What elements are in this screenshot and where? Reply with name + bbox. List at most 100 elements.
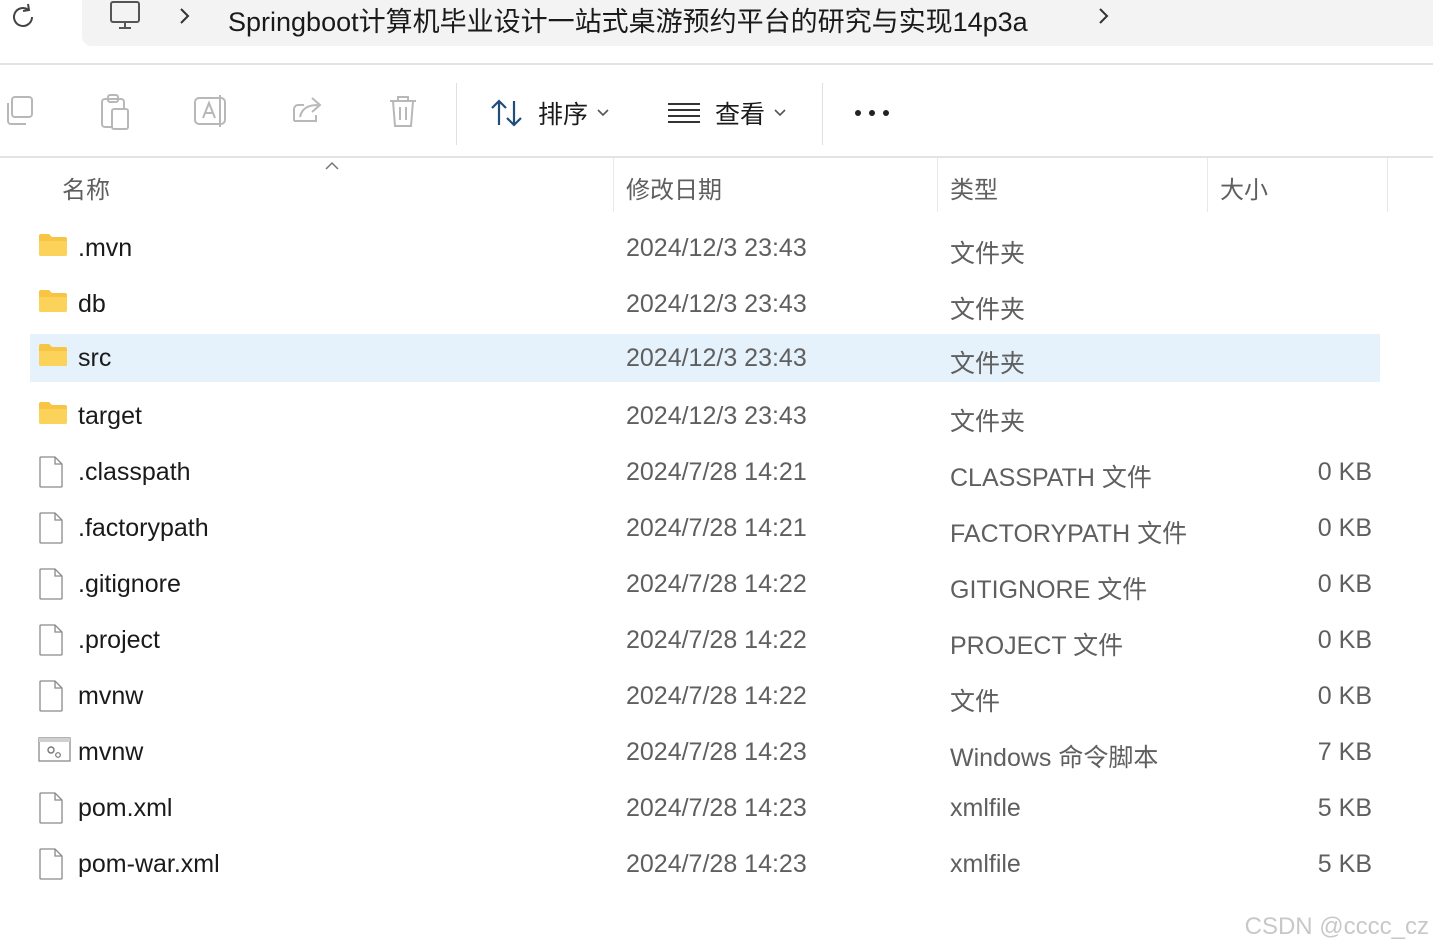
folder-icon (38, 232, 72, 264)
file-date: 2024/12/3 23:43 (626, 290, 807, 318)
table-row[interactable]: mvnw 2024/7/28 14:22 文件 0 KB (30, 672, 1380, 720)
file-type: 文件夹 (950, 408, 1026, 436)
more-options-button[interactable] (852, 98, 892, 133)
file-date: 2024/7/28 14:22 (626, 570, 807, 598)
column-divider[interactable] (937, 158, 938, 212)
refresh-button[interactable] (6, 0, 40, 34)
table-row[interactable]: .project 2024/7/28 14:22 PROJECT 文件 0 KB (30, 616, 1380, 664)
file-name: mvnw (78, 738, 144, 766)
table-row[interactable]: pom.xml 2024/7/28 14:23 xmlfile 5 KB (30, 784, 1380, 832)
table-row[interactable]: pom-war.xml 2024/7/28 14:23 xmlfile 5 KB (30, 840, 1380, 888)
chevron-up-icon (325, 161, 339, 170)
table-row[interactable]: target 2024/12/3 23:43 文件夹 (30, 392, 1380, 440)
watermark: CSDN @cccc_cz (1244, 913, 1429, 940)
paste-button[interactable] (98, 93, 138, 133)
file-date: 2024/7/28 14:21 (626, 514, 807, 542)
file-type: CLASSPATH 文件 (950, 464, 1152, 492)
file-icon (39, 792, 63, 824)
delete-button[interactable] (386, 93, 426, 133)
file-type: xmlfile (950, 794, 1021, 822)
file-date: 2024/12/3 23:43 (626, 234, 807, 262)
file-icon (39, 568, 63, 600)
file-date: 2024/12/3 23:43 (626, 402, 807, 430)
chevron-right-icon (180, 8, 190, 24)
copy-button[interactable] (4, 93, 44, 133)
folder-icon (39, 344, 67, 366)
file-size: 0 KB (1317, 626, 1372, 654)
column-header-type[interactable]: 类型 (950, 170, 998, 205)
share-icon (293, 97, 322, 122)
file-type: PROJECT 文件 (950, 632, 1124, 660)
table-row[interactable]: .factorypath 2024/7/28 14:21 FACTORYPATH… (30, 504, 1380, 552)
column-divider[interactable] (1207, 158, 1208, 212)
file-name: mvnw (78, 682, 144, 710)
toolbar-divider (456, 83, 457, 145)
file-icon (38, 680, 72, 712)
column-header-name[interactable]: 名称 (62, 170, 110, 205)
file-date: 2024/7/28 14:21 (626, 458, 807, 486)
sort-label: 排序 (538, 101, 589, 129)
file-icon (38, 512, 72, 544)
file-type: 文件夹 (950, 350, 1026, 378)
this-pc-button[interactable] (108, 0, 144, 39)
rename-icon (194, 95, 226, 127)
view-button[interactable]: 查看 (667, 93, 787, 133)
table-row-selected[interactable]: src 2024/12/3 23:43 文件夹 (30, 334, 1380, 382)
trash-icon (390, 96, 416, 127)
file-size: 5 KB (1317, 794, 1372, 822)
file-date: 2024/12/3 23:43 (626, 344, 807, 372)
folder-icon (39, 234, 67, 256)
rename-button[interactable] (192, 93, 232, 133)
file-date: 2024/7/28 14:22 (626, 626, 807, 654)
file-name: pom-war.xml (78, 850, 220, 878)
file-icon (39, 624, 63, 656)
sort-indicator (324, 158, 340, 176)
command-bar: 排序 查看 (0, 65, 1433, 157)
column-header-size[interactable]: 大小 (1220, 170, 1268, 205)
view-label: 查看 (715, 101, 766, 129)
breadcrumb-chevron-button[interactable] (175, 4, 195, 33)
folder-icon (38, 400, 72, 432)
file-icon (38, 568, 72, 600)
file-size: 0 KB (1317, 682, 1372, 710)
more-dots-icon (855, 110, 889, 116)
breadcrumb-chevron-button[interactable] (1094, 4, 1114, 33)
file-name: src (78, 344, 112, 372)
file-type: 文件 (950, 688, 1001, 716)
script-icon (38, 737, 71, 762)
table-row[interactable]: db 2024/12/3 23:43 文件夹 (30, 280, 1380, 328)
file-icon (39, 680, 63, 712)
column-divider[interactable] (1387, 158, 1388, 212)
paste-icon (101, 94, 129, 130)
table-row[interactable]: mvnw 2024/7/28 14:23 Windows 命令脚本 7 KB (30, 728, 1380, 776)
folder-icon (39, 402, 67, 424)
column-header-date[interactable]: 修改日期 (626, 170, 722, 205)
share-button[interactable] (290, 93, 330, 133)
table-row[interactable]: .mvn 2024/12/3 23:43 文件夹 (30, 224, 1380, 272)
table-row[interactable]: .classpath 2024/7/28 14:21 CLASSPATH 文件 … (30, 448, 1380, 496)
file-name: .factorypath (78, 514, 209, 542)
sort-button[interactable]: 排序 (490, 93, 610, 133)
file-icon (38, 848, 72, 880)
file-size: 7 KB (1317, 738, 1372, 766)
file-icon (39, 512, 63, 544)
table-row[interactable]: .gitignore 2024/7/28 14:22 GITIGNORE 文件 … (30, 560, 1380, 608)
file-type: 文件夹 (950, 240, 1026, 268)
column-divider[interactable] (613, 158, 614, 212)
address-bar[interactable]: Springboot计算机毕业设计一站式桌游预约平台的研究与实现14p3a (82, 0, 1433, 46)
file-size: 0 KB (1317, 458, 1372, 486)
file-name: .classpath (78, 458, 191, 486)
breadcrumb-current-folder[interactable]: Springboot计算机毕业设计一站式桌游预约平台的研究与实现14p3a (228, 0, 1028, 39)
folder-icon (39, 290, 67, 312)
file-type: FACTORYPATH 文件 (950, 520, 1188, 548)
file-type: Windows 命令脚本 (950, 744, 1159, 772)
folder-icon (38, 288, 72, 320)
file-date: 2024/7/28 14:23 (626, 794, 807, 822)
monitor-icon (110, 1, 140, 29)
file-icon (38, 792, 72, 824)
file-size: 0 KB (1317, 570, 1372, 598)
chevron-down-icon (774, 109, 786, 117)
refresh-icon (13, 3, 33, 27)
chevron-down-icon (597, 109, 609, 117)
file-icon (39, 456, 63, 488)
